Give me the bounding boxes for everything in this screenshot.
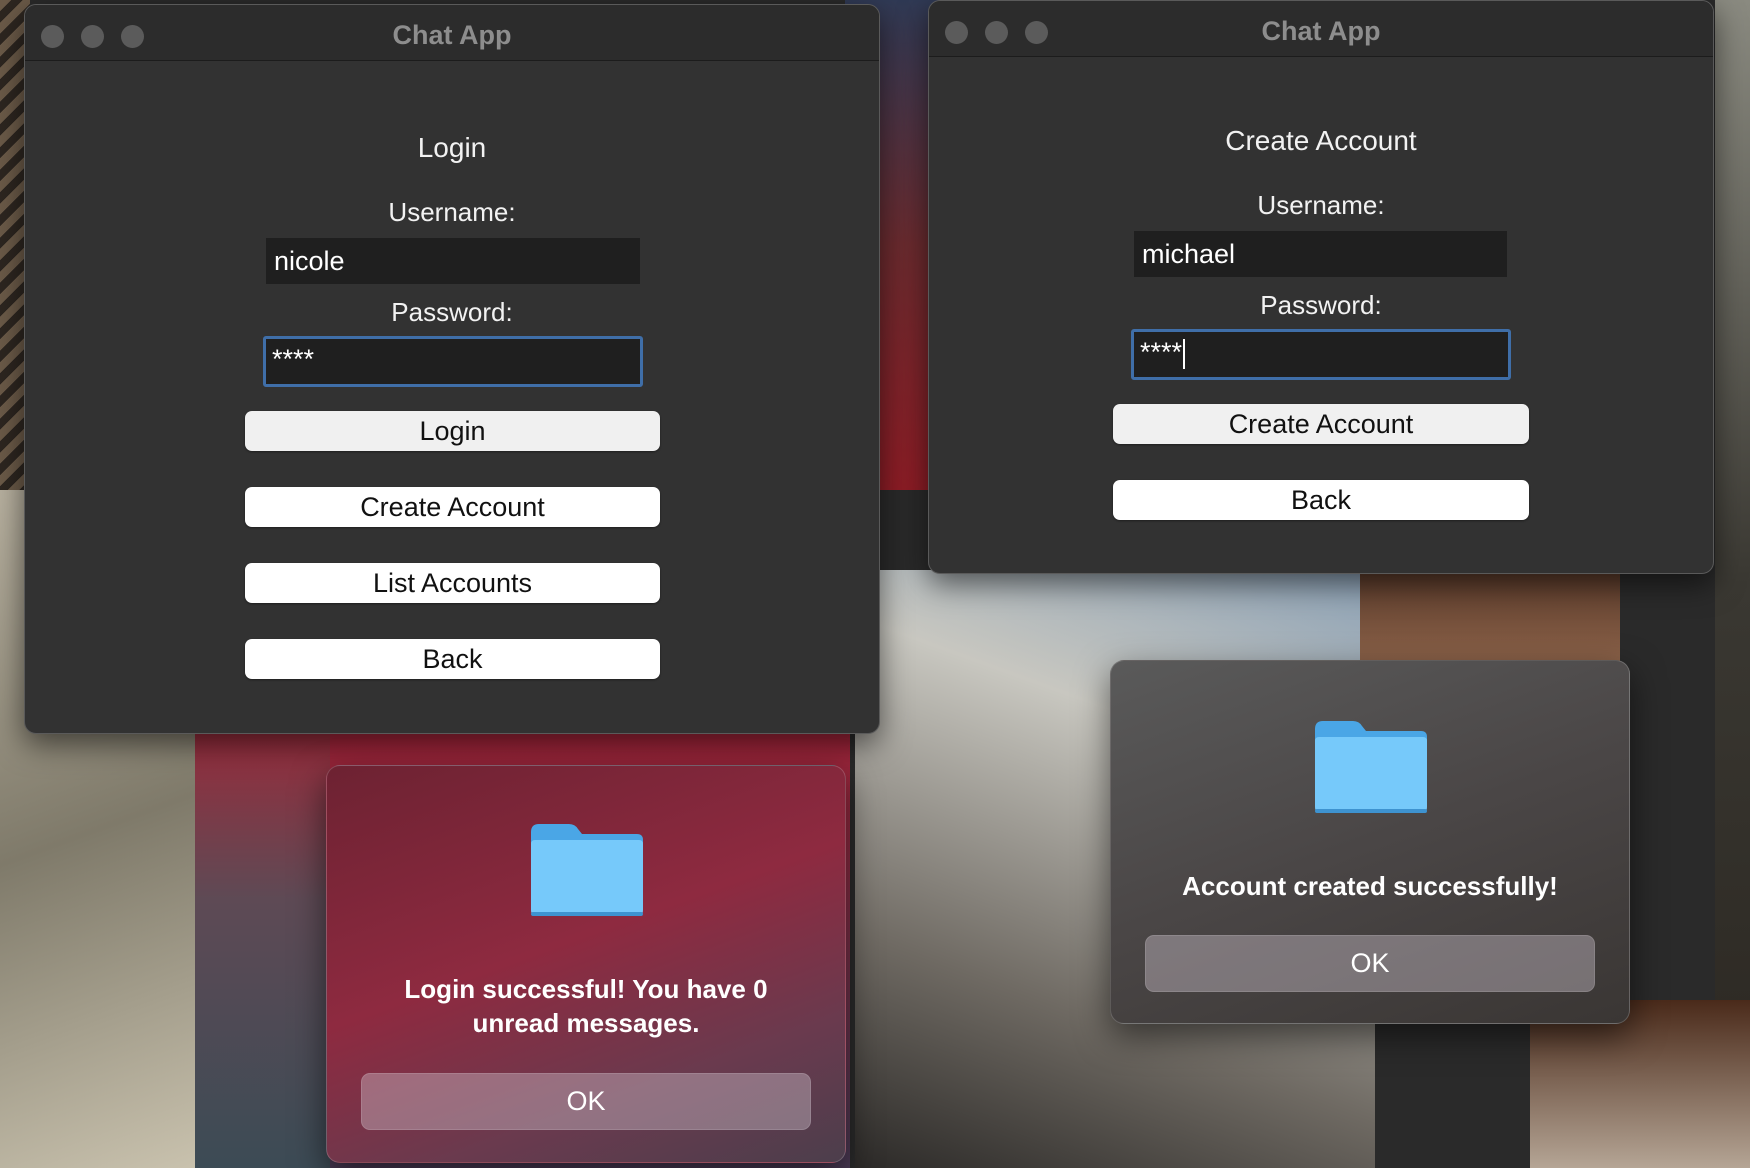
alert-message-line2: unread messages. — [472, 1008, 700, 1038]
password-value: **** — [1140, 337, 1183, 367]
username-label: Username: — [388, 197, 516, 227]
password-field[interactable]: **** — [263, 336, 643, 387]
window-title: Chat App — [392, 20, 512, 50]
login-button[interactable]: Login — [245, 411, 660, 451]
alert-message-line1: Login successful! You have 0 — [404, 974, 768, 1004]
window-title: Chat App — [1261, 16, 1381, 46]
page-title: Login — [417, 132, 487, 163]
create-account-window-titlebar[interactable]: Chat App — [929, 1, 1713, 57]
back-button[interactable]: Back — [1113, 480, 1529, 520]
username-field[interactable]: nicole — [266, 238, 640, 284]
create-account-window: Chat App Create Account Username: michae… — [928, 0, 1714, 574]
password-label: Password: — [1260, 290, 1382, 320]
username-label: Username: — [1257, 190, 1385, 220]
create-account-button[interactable]: Create Account — [245, 487, 660, 527]
username-field[interactable]: michael — [1134, 231, 1507, 277]
ok-button[interactable]: OK — [1145, 935, 1595, 992]
folder-icon — [531, 824, 643, 916]
login-window-titlebar[interactable]: Chat App — [25, 5, 879, 61]
page-title: Create Account — [1225, 125, 1417, 156]
list-accounts-button[interactable]: List Accounts — [245, 563, 660, 603]
text-cursor — [1183, 338, 1186, 369]
ok-button[interactable]: OK — [361, 1073, 811, 1130]
password-label: Password: — [391, 297, 513, 327]
back-button[interactable]: Back — [245, 639, 660, 679]
create-account-button[interactable]: Create Account — [1113, 404, 1529, 444]
password-field[interactable]: **** — [1131, 329, 1511, 380]
login-window: Chat App Login Username: nicole Password… — [24, 4, 880, 734]
login-success-alert: Login successful! You have 0 unread mess… — [326, 765, 846, 1163]
account-created-alert: Account created successfully! OK — [1110, 660, 1630, 1024]
alert-message: Account created successfully! — [1182, 871, 1558, 901]
folder-icon — [1315, 721, 1427, 813]
